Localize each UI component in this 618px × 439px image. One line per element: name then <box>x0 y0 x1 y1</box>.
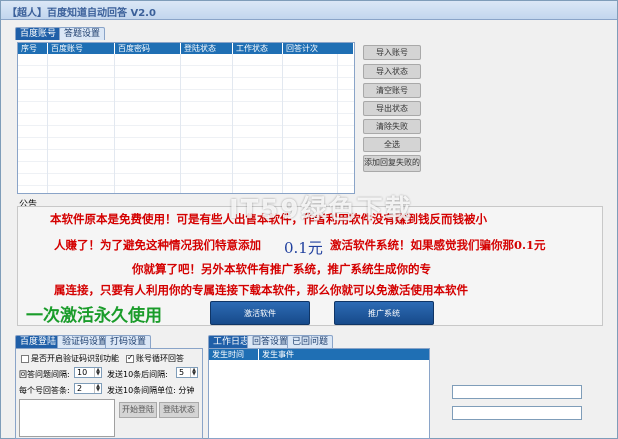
login-panel: 是否开启验证码识别功能 账号循环回答 回答问题间隔: 10 ▲▼ 发送10条后间… <box>15 348 203 439</box>
progress-field[interactable] <box>452 406 582 420</box>
loop-checkbox-box[interactable] <box>126 353 134 363</box>
captcha-checkbox-label: 是否开启验证码识别功能 <box>31 354 119 363</box>
col-password[interactable]: 百度密码 <box>115 43 181 54</box>
tab-baidu-login[interactable]: 百度登陆 <box>15 335 62 348</box>
import-status-button[interactable]: 导入状态 <box>363 64 421 79</box>
after10-stepper[interactable]: 5 ▲ ▼ <box>176 367 198 378</box>
loop-checkbox[interactable]: 账号循环回答 <box>126 353 184 364</box>
accounts-table-body <box>18 54 354 193</box>
after10-label: 发送10条后间隔: <box>107 370 168 379</box>
import-accounts-button[interactable]: 导入账号 <box>363 45 421 60</box>
col-index[interactable]: 序号 <box>18 43 48 54</box>
col-login-status[interactable]: 登陆状态 <box>181 43 233 54</box>
status-field[interactable] <box>452 385 582 399</box>
window-title: 【超人】百度知道自动回答 V2.0 <box>7 8 156 19</box>
notice-slogan: 一次激活永久使用 <box>26 306 162 326</box>
after10-stepper-arrows-icon[interactable]: ▲ ▼ <box>190 368 197 377</box>
promotion-system-button[interactable]: 推广系统 <box>334 301 434 325</box>
tab-baidu-accounts[interactable]: 百度账号 <box>15 27 62 40</box>
notice-line-2: 人赚了！为了避免这种情况我们特意添加 <box>54 238 261 252</box>
work-log-header: 发生时间 发生事件 <box>209 349 429 360</box>
tab-captcha-settings[interactable]: 验证码设置 <box>57 335 113 348</box>
watermark-logo: IT59绿色下载 <box>229 195 413 225</box>
col-work-status[interactable]: 工作状态 <box>233 43 283 54</box>
accounts-table-header: 序号 百度账号 百度密码 登陆状态 工作状态 回答计次 <box>18 43 354 54</box>
clear-accounts-button[interactable]: 清空账号 <box>363 83 421 98</box>
start-login-button[interactable]: 开始登陆 <box>119 402 157 418</box>
interval-stepper[interactable]: 10 ▲ ▼ <box>74 367 102 378</box>
per-account-stepper-arrows-icon[interactable]: ▲ ▼ <box>94 384 101 393</box>
interval-value: 10 <box>77 368 88 377</box>
export-status-button[interactable]: 导出状态 <box>363 101 421 116</box>
col-answer-count[interactable]: 回答计次 <box>283 43 354 54</box>
notice-price: 0.1元 <box>284 239 323 257</box>
tab-answer-settings[interactable]: 答题设置 <box>59 27 106 40</box>
title-bar: 【超人】百度知道自动回答 V2.0 <box>1 1 617 20</box>
accounts-table[interactable]: 序号 百度账号 百度密码 登陆状态 工作状态 回答计次 <box>17 42 355 194</box>
col-time[interactable]: 发生时间 <box>209 349 259 360</box>
interval-label: 回答问题间隔: <box>19 370 70 379</box>
notice-line-3: 激活软件系统！如果感觉我们骗你那0.1元 <box>330 238 546 252</box>
unit-label: 发送10条间隔单位: 分钟 <box>107 386 195 395</box>
activate-software-button[interactable]: 激活软件 <box>210 301 310 325</box>
col-event[interactable]: 发生事件 <box>259 349 429 360</box>
loop-checkbox-label: 账号循环回答 <box>136 354 184 363</box>
tab-answered-questions[interactable]: 已回问题 <box>287 335 334 348</box>
login-log-box[interactable] <box>19 399 115 437</box>
interval-stepper-arrows-icon[interactable]: ▲ ▼ <box>94 368 101 377</box>
login-status-button[interactable]: 登陆状态 <box>159 402 199 418</box>
col-account[interactable]: 百度账号 <box>48 43 115 54</box>
per-account-value: 2 <box>77 384 83 393</box>
captcha-checkbox[interactable]: 是否开启验证码识别功能 <box>21 353 119 364</box>
app-window: 【超人】百度知道自动回答 V2.0 百度账号 答题设置 序号 百度账号 百度密码… <box>0 0 618 439</box>
tab-coding-settings[interactable]: 打码设置 <box>105 335 152 348</box>
notice-line-4: 你就算了吧！另外本软件有推广系统，推广系统生成你的专 <box>132 262 431 276</box>
select-all-button[interactable]: 全选 <box>363 137 421 152</box>
per-account-stepper[interactable]: 2 ▲ ▼ <box>74 383 102 394</box>
clear-failed-button[interactable]: 清除失败 <box>363 119 421 134</box>
captcha-checkbox-box[interactable] <box>21 354 29 363</box>
notice-line-5: 属连接，只要有人利用你的专属连接下载本软件，那么你就可以免激活使用本软件 <box>54 283 468 297</box>
after10-value: 5 <box>179 368 185 377</box>
per-account-label: 每个号回答条: <box>19 386 70 395</box>
add-failed-reply-button[interactable]: 添加回复失败的 <box>363 155 421 172</box>
work-log-table[interactable]: 发生时间 发生事件 <box>208 348 430 439</box>
